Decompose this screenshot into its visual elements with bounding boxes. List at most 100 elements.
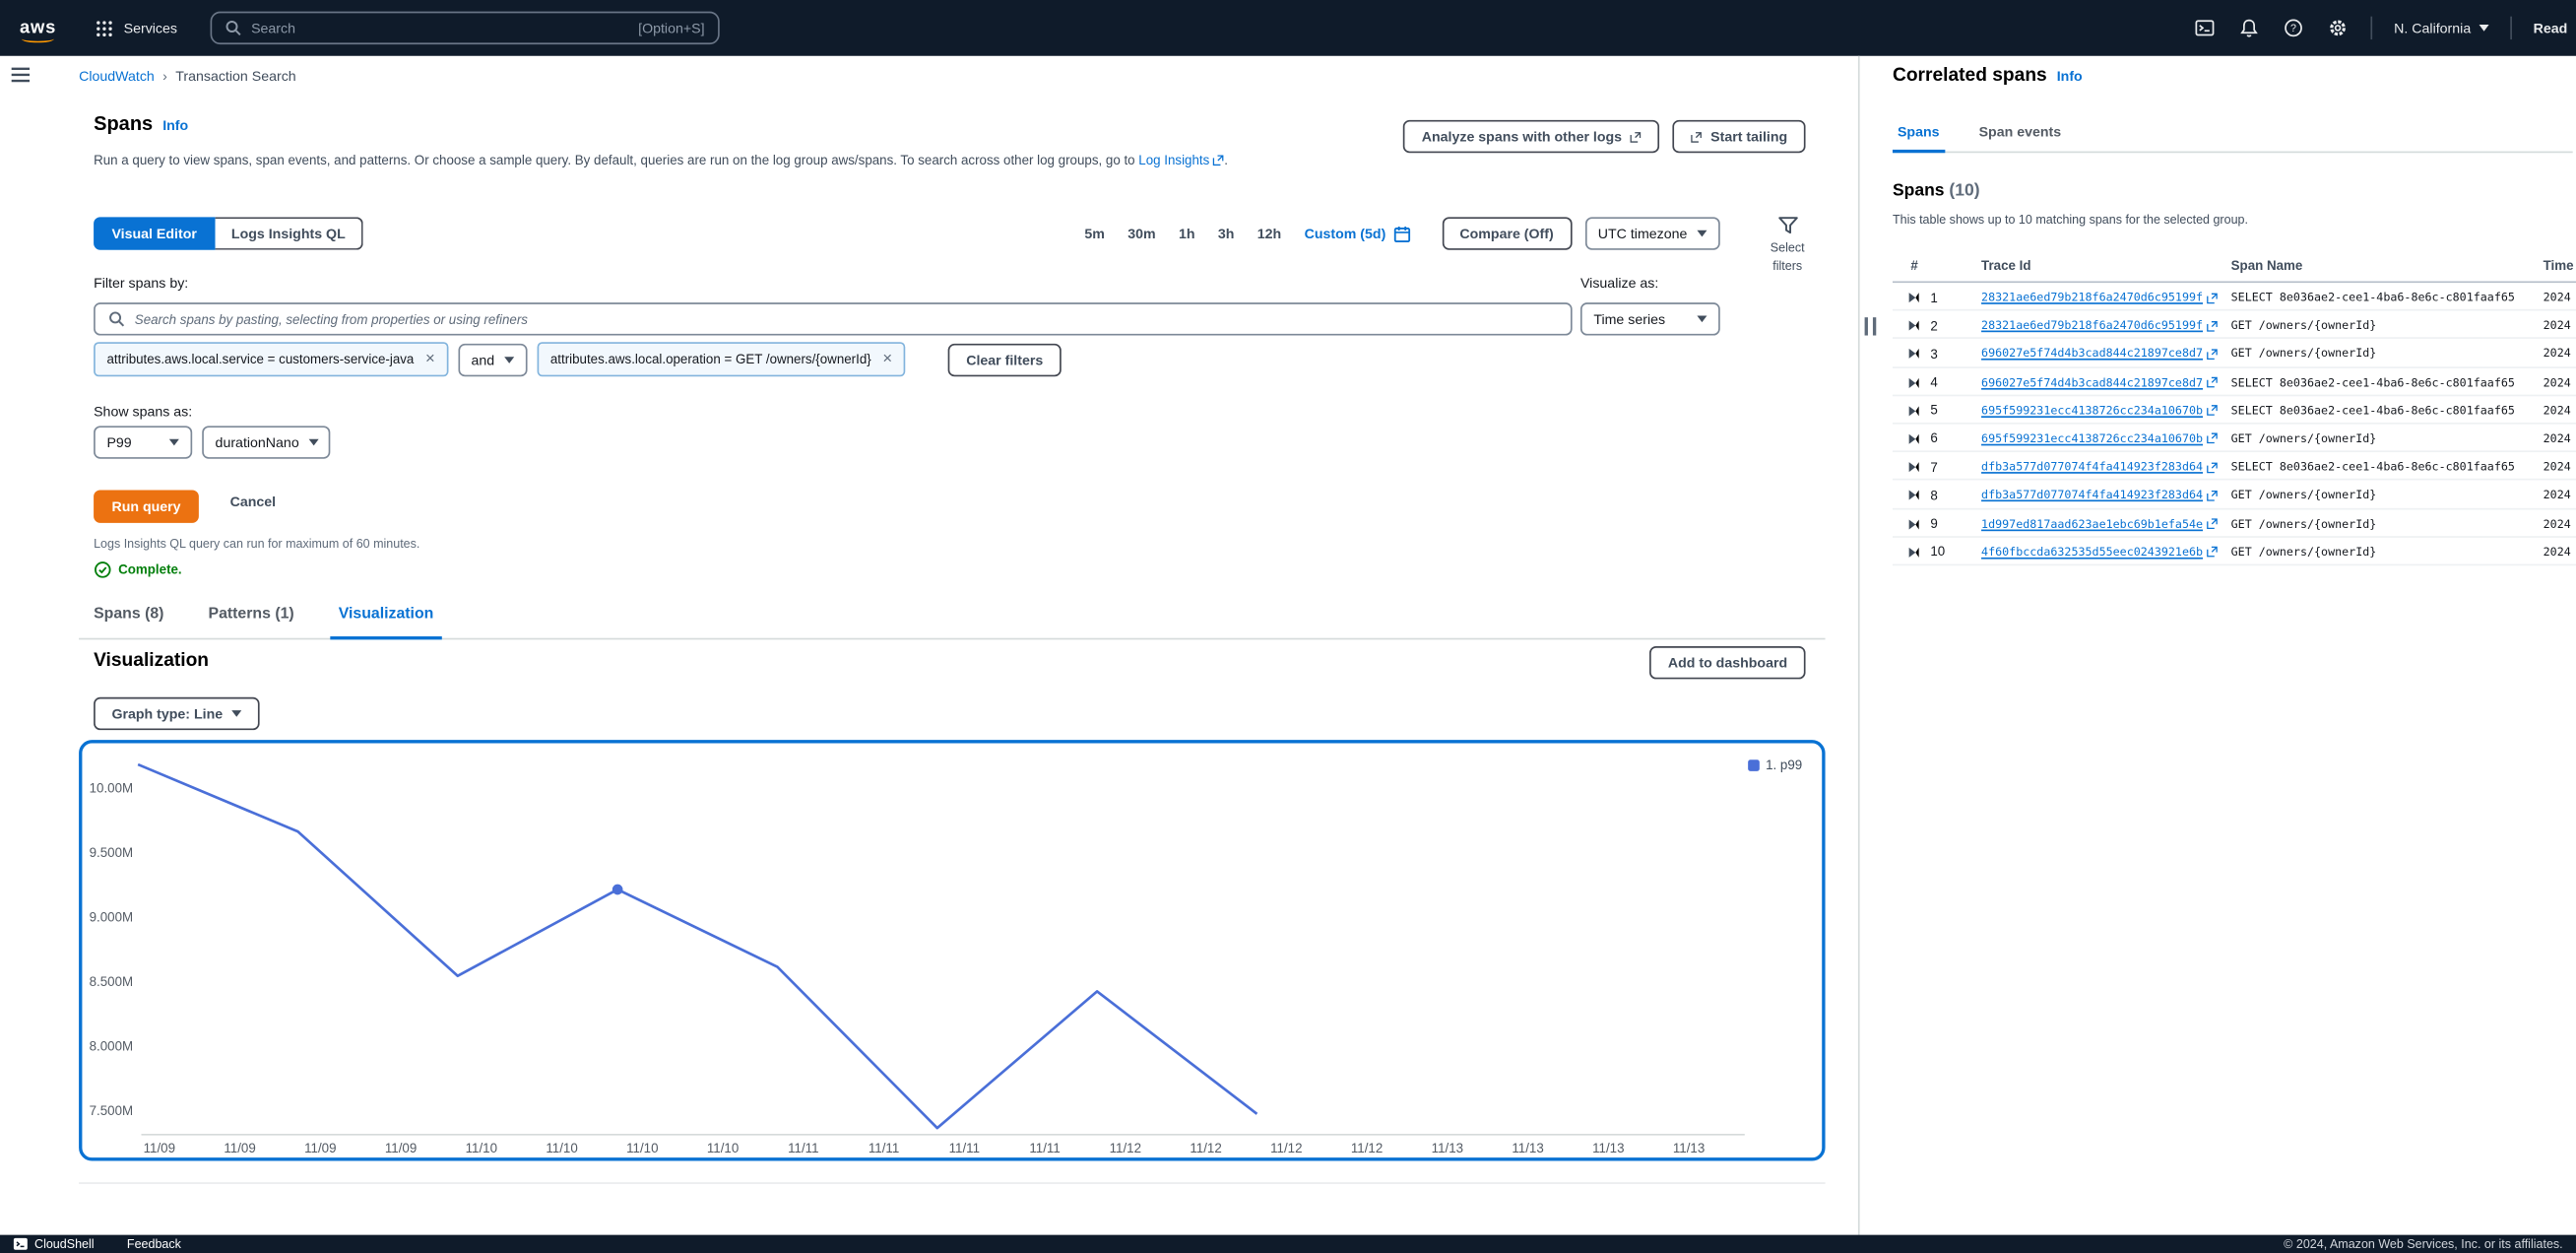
table-row[interactable]: 8dfb3a577d077074f4fa414923f283d64GET /ow… bbox=[1893, 481, 2576, 509]
graph-type-dropdown[interactable]: Graph type: Line bbox=[94, 697, 259, 730]
expand-row-icon[interactable] bbox=[1909, 350, 1919, 360]
time-range-12h[interactable]: 12h bbox=[1246, 217, 1293, 249]
trace-id-link[interactable]: 696027e5f74d4b3cad844c21897ce8d7 bbox=[1981, 348, 2218, 361]
breadcrumb-cloudwatch-link[interactable]: CloudWatch bbox=[79, 67, 155, 84]
span-search-input[interactable]: Search spans by pasting, selecting from … bbox=[94, 302, 1573, 335]
cancel-button[interactable]: Cancel bbox=[230, 494, 277, 510]
chart-legend-item[interactable]: 1. p99 bbox=[1748, 758, 1802, 773]
tab-visualization[interactable]: Visualization bbox=[330, 590, 441, 639]
svg-text:11/09: 11/09 bbox=[304, 1141, 336, 1155]
filter-token-service[interactable]: attributes.aws.local.service = customers… bbox=[94, 342, 448, 376]
expand-row-icon[interactable] bbox=[1909, 434, 1919, 444]
time-range-1h[interactable]: 1h bbox=[1167, 217, 1206, 249]
clear-filters-button[interactable]: Clear filters bbox=[948, 343, 1062, 375]
feedback-button[interactable]: Feedback bbox=[127, 1236, 181, 1251]
external-link-icon bbox=[2206, 518, 2218, 530]
expand-row-icon[interactable] bbox=[1909, 321, 1919, 331]
table-row[interactable]: 128321ae6ed79b218f6a2470d6c95199fSELECT … bbox=[1893, 283, 2576, 311]
aws-console-topnav: aws Services Search [Option+S] ? bbox=[0, 0, 2576, 56]
expand-row-icon[interactable] bbox=[1909, 547, 1919, 557]
aws-logo[interactable]: aws bbox=[20, 18, 56, 37]
correlated-info-link[interactable]: Info bbox=[2057, 67, 2083, 84]
console-search-input[interactable]: Search [Option+S] bbox=[210, 12, 719, 44]
trace-id-link[interactable]: dfb3a577d077074f4fa414923f283d64 bbox=[1981, 461, 2218, 474]
trace-id-link[interactable]: 695f599231ecc4138726cc234a10670b bbox=[1981, 432, 2218, 445]
run-query-button[interactable]: Run query bbox=[94, 490, 199, 522]
time-range-30m[interactable]: 30m bbox=[1117, 217, 1168, 249]
cloudshell-icon[interactable] bbox=[2194, 17, 2217, 39]
trace-id-link[interactable]: 695f599231ecc4138726cc234a10670b bbox=[1981, 404, 2218, 417]
topnav-right-cluster: ? N. California Read bbox=[2194, 17, 2576, 39]
tab-spans[interactable]: Spans (8) bbox=[86, 590, 172, 639]
trace-id-link[interactable]: 4f60fbccda632535d55eec0243921e6b bbox=[1981, 546, 2218, 559]
tab-correlated-spans[interactable]: Spans bbox=[1893, 112, 1945, 154]
remove-token-icon[interactable] bbox=[882, 351, 892, 367]
expand-row-icon[interactable] bbox=[1909, 377, 1919, 387]
services-menu-button[interactable]: Services bbox=[93, 17, 177, 39]
svg-text:11/09: 11/09 bbox=[144, 1141, 175, 1155]
table-row[interactable]: 228321ae6ed79b218f6a2470d6c95199fGET /ow… bbox=[1893, 311, 2576, 340]
table-row[interactable]: 91d997ed817aad623ae1ebc69b1efa54eGET /ow… bbox=[1893, 509, 2576, 538]
svg-text:11/13: 11/13 bbox=[1592, 1141, 1624, 1155]
span-name: SELECT 8e036ae2-cee1-4ba6-8e6c-c801faaf6… bbox=[2231, 291, 2541, 303]
expand-row-icon[interactable] bbox=[1909, 491, 1919, 500]
visualize-as-select[interactable]: Time series bbox=[1580, 302, 1720, 335]
add-to-dashboard-button[interactable]: Add to dashboard bbox=[1649, 646, 1805, 679]
select-filters-button[interactable]: Select filters bbox=[1748, 216, 1827, 274]
time-range-3h[interactable]: 3h bbox=[1206, 217, 1246, 249]
log-insights-link[interactable]: Log Insights bbox=[1138, 153, 1224, 167]
logs-insights-ql-toggle[interactable]: Logs Insights QL bbox=[215, 217, 363, 249]
region-selector[interactable]: N. California bbox=[2394, 20, 2488, 36]
time-range-5m[interactable]: 5m bbox=[1073, 217, 1117, 249]
operator-select[interactable]: and bbox=[458, 343, 527, 375]
settings-gear-icon[interactable] bbox=[2327, 17, 2350, 39]
filter-token-operation[interactable]: attributes.aws.local.operation = GET /ow… bbox=[538, 342, 906, 376]
span-time: 2024 bbox=[2544, 291, 2571, 303]
trace-id-link[interactable]: 28321ae6ed79b218f6a2470d6c95199f bbox=[1981, 319, 2218, 332]
expand-row-icon[interactable] bbox=[1909, 406, 1919, 416]
tab-span-events[interactable]: Span events bbox=[1974, 112, 2067, 154]
spans-info-link[interactable]: Info bbox=[162, 117, 188, 134]
percentile-select[interactable]: P99 bbox=[94, 426, 192, 458]
compare-button[interactable]: Compare (Off) bbox=[1442, 217, 1572, 249]
split-panel-resize-handle[interactable] bbox=[1865, 317, 1877, 335]
line-chart-canvas[interactable]: 10.00M9.500M9.000M8.500M8.000M7.500M11/0… bbox=[82, 744, 1822, 1158]
cloudshell-button[interactable]: CloudShell bbox=[13, 1236, 94, 1251]
table-row[interactable]: 6695f599231ecc4138726cc234a10670bGET /ow… bbox=[1893, 425, 2576, 453]
notifications-bell-icon[interactable] bbox=[2238, 17, 2261, 39]
expand-row-icon[interactable] bbox=[1909, 519, 1919, 529]
tab-patterns[interactable]: Patterns (1) bbox=[200, 590, 302, 639]
timezone-select[interactable]: UTC timezone bbox=[1584, 217, 1719, 249]
copyright-text: © 2024, Amazon Web Services, Inc. or its… bbox=[2284, 1236, 2562, 1251]
time-range-controls: 5m30m1h3h12h Custom (5d) Compare (Off) U… bbox=[1073, 217, 1720, 249]
trace-id-link[interactable]: 28321ae6ed79b218f6a2470d6c95199f bbox=[1981, 291, 2218, 303]
table-row[interactable]: 3696027e5f74d4b3cad844c21897ce8d7GET /ow… bbox=[1893, 339, 2576, 367]
external-link-icon bbox=[2206, 349, 2218, 361]
analyze-spans-button[interactable]: Analyze spans with other logs bbox=[1403, 120, 1659, 153]
remove-token-icon[interactable] bbox=[425, 351, 435, 367]
svg-text:11/11: 11/11 bbox=[1029, 1141, 1060, 1155]
svg-text:11/12: 11/12 bbox=[1351, 1141, 1383, 1155]
visual-editor-toggle[interactable]: Visual Editor bbox=[94, 217, 215, 249]
span-time: 2024 bbox=[2544, 461, 2571, 474]
table-row[interactable]: 7dfb3a577d077074f4fa414923f283d64SELECT … bbox=[1893, 452, 2576, 481]
correlated-spans-header: Correlated spans Info bbox=[1893, 66, 2083, 86]
table-row[interactable]: 104f60fbccda632535d55eec0243921e6bGET /o… bbox=[1893, 537, 2576, 565]
trace-id-link[interactable]: 696027e5f74d4b3cad844c21897ce8d7 bbox=[1981, 376, 2218, 389]
start-tailing-button[interactable]: Start tailing bbox=[1673, 120, 1806, 153]
search-icon bbox=[108, 310, 125, 327]
help-icon[interactable]: ? bbox=[2283, 17, 2305, 39]
trace-id-link[interactable]: dfb3a577d077074f4fa414923f283d64 bbox=[1981, 489, 2218, 501]
table-row[interactable]: 5695f599231ecc4138726cc234a10670bSELECT … bbox=[1893, 396, 2576, 425]
account-menu-button[interactable]: Read bbox=[2534, 20, 2576, 36]
custom-range-button[interactable]: Custom (5d) bbox=[1293, 217, 1422, 249]
svg-text:11/12: 11/12 bbox=[1110, 1141, 1141, 1155]
table-row[interactable]: 4696027e5f74d4b3cad844c21897ce8d7SELECT … bbox=[1893, 367, 2576, 396]
trace-id-link[interactable]: 1d997ed817aad623ae1ebc69b1efa54e bbox=[1981, 517, 2218, 530]
line-chart-container[interactable]: 10.00M9.500M9.000M8.500M8.000M7.500M11/0… bbox=[79, 740, 1825, 1160]
hamburger-menu-icon[interactable] bbox=[10, 64, 32, 89]
expand-row-icon[interactable] bbox=[1909, 293, 1919, 302]
expand-row-icon[interactable] bbox=[1909, 462, 1919, 472]
topnav-divider bbox=[2510, 17, 2512, 39]
metric-select[interactable]: durationNano bbox=[202, 426, 330, 458]
